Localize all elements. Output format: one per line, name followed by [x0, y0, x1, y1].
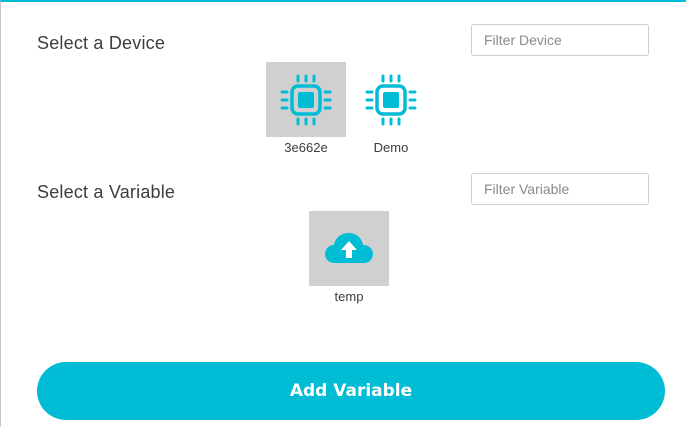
select-device-heading: Select a Device — [37, 33, 166, 53]
filter-variable-input[interactable] — [471, 173, 649, 205]
chip-icon — [266, 62, 346, 137]
device-label: Demo — [373, 140, 409, 155]
device-tile-3e662e[interactable]: 3e662e — [266, 62, 346, 155]
device-label: 3e662e — [284, 140, 328, 155]
variable-label: temp — [334, 289, 364, 304]
chip-icon — [351, 62, 431, 137]
select-variable-heading: Select a Variable — [37, 182, 176, 202]
cloud-upload-icon — [309, 211, 389, 286]
add-variable-button[interactable]: Add Variable — [37, 362, 665, 420]
variable-tile-temp[interactable]: temp — [309, 211, 389, 304]
add-variable-panel: Select a Device 3e662e — [0, 0, 686, 427]
device-tile-demo[interactable]: Demo — [351, 62, 431, 155]
filter-device-input[interactable] — [471, 24, 649, 56]
